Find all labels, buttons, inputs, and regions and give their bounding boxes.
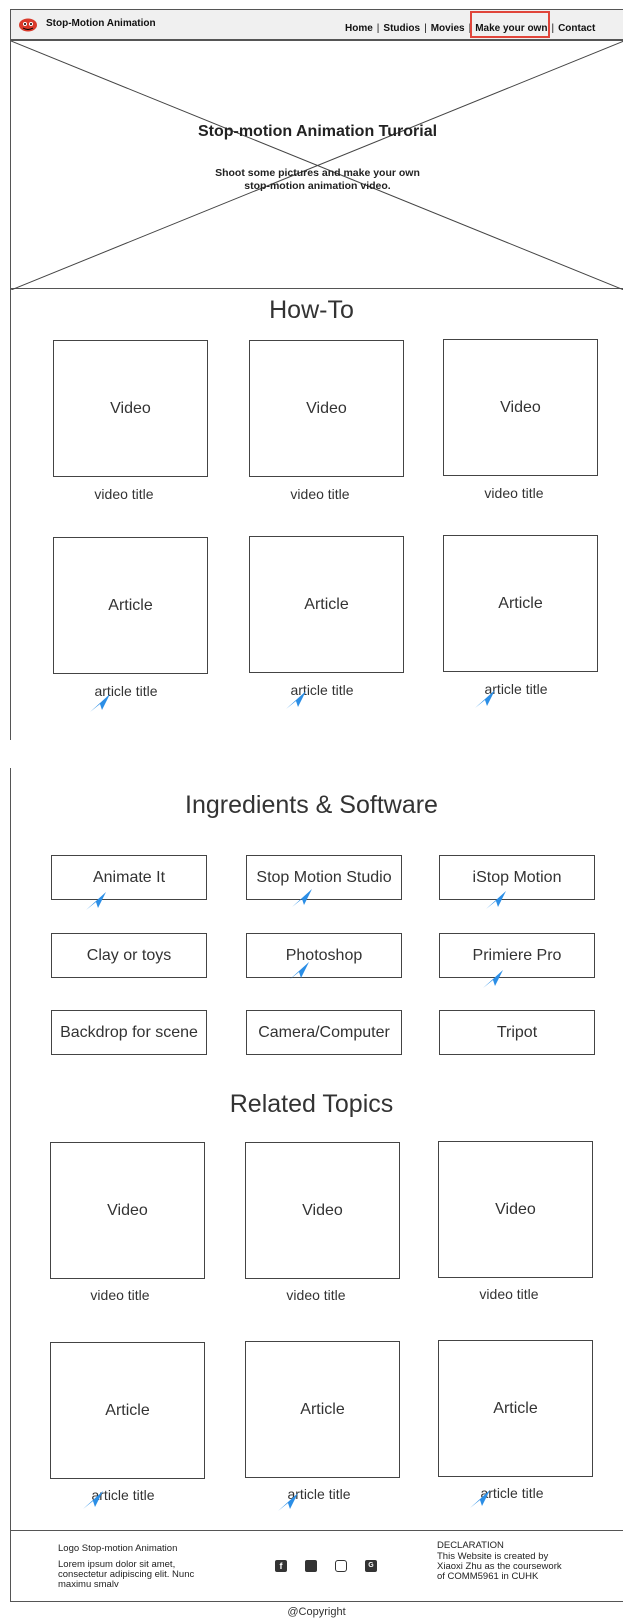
howto-video-3[interactable]: Video (443, 339, 598, 476)
nav-studios[interactable]: Studios (383, 23, 420, 34)
pointer-cursor-icon (475, 690, 495, 708)
howto-article-3[interactable]: Article (443, 535, 598, 672)
ingredient-photoshop[interactable]: Photoshop (246, 933, 402, 978)
header-bar: Stop-Motion Animation Home | Studios | Movie… (10, 9, 623, 40)
nav-home[interactable]: Home (345, 23, 373, 34)
declaration-line-3: of COMM5961 in CUHK (437, 1571, 539, 1582)
related-heading: Related Topics (229, 1090, 394, 1118)
ingredient-animate-it[interactable]: Animate It (51, 855, 207, 900)
active-nav-highlight (470, 11, 550, 38)
related-article-2[interactable]: Article (245, 1341, 400, 1478)
instagram-icon[interactable] (335, 1560, 347, 1572)
howto-video-2[interactable]: Video (249, 340, 404, 477)
howto-video-title-1[interactable]: video title (44, 486, 204, 502)
google-plus-icon[interactable]: G (365, 1560, 377, 1572)
related-article-title-3[interactable]: article title (432, 1485, 592, 1501)
nav-separator: | (376, 23, 380, 34)
ingredient-clay-or-toys[interactable]: Clay or toys (51, 933, 207, 978)
social-icons: f G (275, 1560, 385, 1574)
facebook-icon[interactable]: f (275, 1560, 287, 1572)
related-article-title-2[interactable]: article title (239, 1486, 399, 1502)
image-placeholder-cross (11, 41, 623, 290)
howto-video-title-3[interactable]: video title (434, 485, 594, 501)
page-left-border (10, 289, 11, 740)
ingredient-tripot[interactable]: Tripot (439, 1010, 595, 1055)
nav-separator: | (551, 23, 555, 34)
nav-separator: | (424, 23, 427, 34)
howto-article-title-2[interactable]: article title (242, 682, 402, 698)
pointer-cursor-icon (86, 892, 106, 910)
hero-banner: Stop-motion Animation Turorial Shoot som… (10, 40, 623, 290)
brand-name[interactable]: Stop-Motion Animation (46, 18, 156, 29)
pointer-cursor-icon (83, 1491, 103, 1509)
howto-heading: How-To (269, 296, 354, 324)
howto-article-title-1[interactable]: article title (46, 683, 206, 699)
pointer-cursor-icon (483, 970, 503, 988)
logo-icon[interactable] (18, 17, 38, 32)
page-left-border (10, 768, 11, 1530)
howto-article-title-3[interactable]: article title (436, 681, 596, 697)
howto-video-title-2[interactable]: video title (240, 486, 400, 502)
nav-movies[interactable]: Movies (431, 23, 465, 34)
pointer-cursor-icon (286, 691, 306, 709)
howto-video-1[interactable]: Video (53, 340, 208, 477)
related-video-3[interactable]: Video (438, 1141, 593, 1278)
howto-article-1[interactable]: Article (53, 537, 208, 674)
footer-lorem-line-3: maximu smalv (58, 1579, 119, 1590)
ingredient-camera-computer[interactable]: Camera/Computer (246, 1010, 402, 1055)
pointer-cursor-icon (90, 694, 110, 712)
related-article-1[interactable]: Article (50, 1342, 205, 1479)
related-video-title-2[interactable]: video title (236, 1287, 396, 1303)
nav-contact[interactable]: Contact (558, 23, 595, 34)
howto-article-2[interactable]: Article (249, 536, 404, 673)
twitter-icon[interactable] (305, 1560, 317, 1572)
pointer-cursor-icon (289, 962, 309, 980)
related-video-2[interactable]: Video (245, 1142, 400, 1279)
copyright: @Copyright (287, 1606, 346, 1618)
ingredient-primiere-pro[interactable]: Primiere Pro (439, 933, 595, 978)
footer: Logo Stop-motion Animation Lorem ipsum d… (10, 1530, 623, 1602)
pointer-cursor-icon (278, 1493, 298, 1511)
ingredient-istop-motion[interactable]: iStop Motion (439, 855, 595, 900)
ingredients-heading: Ingredients & Software (185, 791, 438, 819)
pointer-cursor-icon (486, 891, 506, 909)
hero-subtitle-line-2: stop-motion animation video. (244, 180, 391, 192)
pointer-cursor-icon (470, 1490, 490, 1508)
related-video-1[interactable]: Video (50, 1142, 205, 1279)
footer-logo-text[interactable]: Logo Stop-motion Animation (58, 1543, 177, 1554)
declaration-title: DECLARATION (437, 1540, 504, 1551)
ingredient-stop-motion-studio[interactable]: Stop Motion Studio (246, 855, 402, 900)
hero-subtitle-line-1: Shoot some pictures and make your own (215, 167, 420, 179)
related-article-3[interactable]: Article (438, 1340, 593, 1477)
pointer-cursor-icon (292, 889, 312, 907)
related-video-title-1[interactable]: video title (40, 1287, 200, 1303)
ingredient-backdrop[interactable]: Backdrop for scene (51, 1010, 207, 1055)
hero-title: Stop-motion Animation Turorial (197, 123, 438, 140)
related-video-title-3[interactable]: video title (429, 1286, 589, 1302)
related-article-title-1[interactable]: article title (43, 1487, 203, 1503)
